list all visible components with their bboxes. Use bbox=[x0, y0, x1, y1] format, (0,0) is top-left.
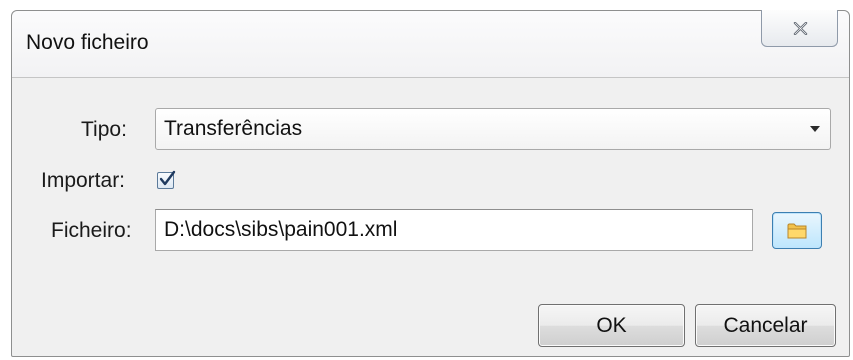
ficheiro-label: Ficheiro: bbox=[51, 219, 132, 242]
importar-checkbox[interactable] bbox=[157, 170, 176, 189]
close-button[interactable] bbox=[761, 10, 838, 47]
close-icon bbox=[793, 22, 808, 35]
ok-button[interactable]: OK bbox=[538, 304, 685, 347]
ficheiro-input-value: D:\docs\sibs\pain001.xml bbox=[164, 218, 398, 241]
title-bar: Novo ficheiro bbox=[12, 10, 849, 77]
ficheiro-input[interactable]: D:\docs\sibs\pain001.xml bbox=[155, 209, 753, 251]
chevron-down-icon bbox=[810, 126, 820, 132]
checkmark-icon bbox=[159, 170, 176, 186]
tipo-label: Tipo: bbox=[81, 118, 127, 141]
browse-button[interactable] bbox=[772, 212, 822, 249]
dialog-window: Novo ficheiro Tipo: Transferências Impor… bbox=[11, 10, 850, 357]
tipo-select[interactable]: Transferências bbox=[155, 108, 831, 150]
dialog-content: Tipo: Transferências Importar: Ficheiro:… bbox=[12, 77, 849, 356]
importar-label: Importar: bbox=[41, 169, 126, 192]
cancel-button[interactable]: Cancelar bbox=[695, 304, 836, 347]
folder-icon bbox=[787, 223, 807, 239]
dialog-title: Novo ficheiro bbox=[26, 31, 149, 54]
tipo-select-value: Transferências bbox=[164, 117, 303, 140]
